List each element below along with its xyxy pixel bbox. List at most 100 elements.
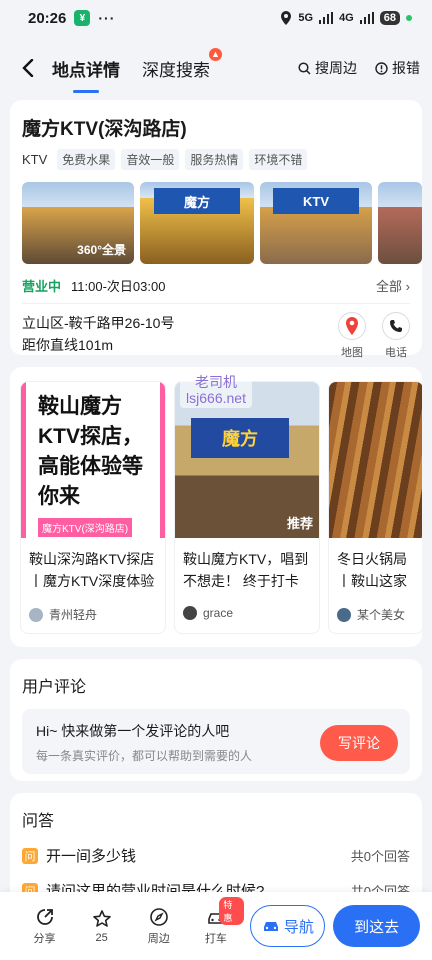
star-icon [92,909,111,927]
favorite-button[interactable]: 25 [73,909,130,944]
report-error-label: 报错 [392,60,420,76]
tab-deep-search[interactable]: 深度搜索 ▲ [142,47,222,87]
status-time: 20:26 [28,9,67,27]
recommend-badge: 推荐 [286,516,313,531]
network-4g-label: 4G [339,12,354,24]
avatar [183,606,197,620]
note-cover: 鞍山魔方KTV探店，高能体验等你来 魔方KTV(深沟路店) [21,382,165,538]
hours-all-label: 全部 [376,279,403,294]
phone-label: 电话 [385,347,407,359]
note-card[interactable]: 魔方 推荐 鞍山魔方KTV，唱到不想走！ 终于打卡了 grace [174,381,320,634]
photo-storefront[interactable]: 魔方 [140,182,254,264]
photo-strip[interactable]: 360°全景 魔方 KTV [22,182,422,264]
qa-item[interactable]: 问 开一间多少钱 共0个回答 [22,845,410,866]
map-button[interactable]: 地图 [338,312,366,360]
author-name: grace [203,606,234,620]
poi-tag: 免费水果 [57,149,116,170]
photo-panorama[interactable]: 360°全景 [22,182,134,264]
nearby-button[interactable]: 周边 [130,907,187,946]
back-button[interactable] [18,58,38,78]
open-status: 营业中 [22,279,62,294]
review-prompt: Hi~ 快来做第一个发评论的人吧 每一条真实评价，都可以帮助到需要的人 写评论 [22,709,410,774]
photo-street[interactable]: KTV [260,182,372,264]
taxi-button[interactable]: 特惠 打车 [187,896,245,946]
status-indicators: 5G 4G 68 [280,11,412,25]
top-navbar: 地点详情 深度搜索 ▲ 搜周边 报错 [0,36,432,100]
report-error-button[interactable]: 报错 [375,58,420,78]
share-button[interactable]: 分享 [16,907,73,946]
opening-hours: 11:00-次日03:00 [71,279,166,294]
status-dot-icon [406,15,412,21]
note-card[interactable]: 冬日火锅局丨鞍山这家宝藏串儿 某个美女 [328,381,422,634]
poi-category: KTV [22,152,48,167]
phone-icon [382,312,410,340]
taxi-promo-badge: 特惠 [219,896,245,925]
search-nearby-label: 搜周边 [315,60,357,76]
tab-deep-search-label: 深度搜索 [142,60,210,80]
alert-icon [375,61,388,75]
poi-tag: 音效一般 [121,149,180,170]
signal-icon [319,12,334,24]
divider [22,303,410,304]
qa-question: 开一间多少钱 [46,848,137,865]
note-card[interactable]: 鞍山魔方KTV探店，高能体验等你来 魔方KTV(深沟路店) 鞍山深沟路KTV探店… [20,381,166,634]
phone-button[interactable]: 电话 [382,312,410,360]
map-pin-icon [338,312,366,340]
note-author: 青州轻舟 [21,594,165,633]
note-author: grace [175,594,319,630]
review-hint: Hi~ 快来做第一个发评论的人吧 [36,723,230,739]
map-label: 地图 [341,347,363,359]
avatar [337,607,351,622]
note-cover-sign: 魔方 [191,418,289,458]
go-here-button[interactable]: 到这去 [333,905,420,947]
search-nearby-button[interactable]: 搜周边 [298,58,357,78]
battery-icon: 68 [379,11,400,25]
author-name: 青州轻舟 [49,608,98,622]
network-5g-label: 5G [298,12,314,24]
qa-answer-count: 共0个回答 [350,849,410,864]
author-name: 某个美女 [357,608,406,622]
payment-app-icon: ¥ [74,10,91,26]
photo-sign: KTV [273,188,359,214]
notes-list[interactable]: 鞍山魔方KTV探店，高能体验等你来 魔方KTV(深沟路店) 鞍山深沟路KTV探店… [20,381,422,634]
fire-icon: ▲ [209,47,222,61]
poi-tag: 环境不错 [249,149,308,170]
navigate-button[interactable]: 导航 [250,905,326,947]
share-icon [36,908,53,925]
notes-card: 鞍山魔方KTV探店，高能体验等你来 魔方KTV(深沟路店) 鞍山深沟路KTV探店… [10,367,422,647]
signal-icon-2 [359,12,374,24]
write-review-button[interactable]: 写评论 [320,724,398,761]
qa-title: 问答 [22,813,55,830]
taxi-label: 打车 [204,932,227,945]
compass-icon [149,907,168,926]
car-icon [263,922,278,931]
more-notifications-icon: ··· [98,10,116,26]
note-cover [329,382,422,538]
distance: 距你直线101m [22,337,114,353]
avatar [29,607,43,622]
chevron-right-icon: › [405,279,410,294]
note-caption: 鞍山魔方KTV，唱到不想走！ 终于打卡了 [183,551,309,589]
note-cover-text: 鞍山魔方KTV探店，高能体验等你来 [38,395,143,508]
hours-all-link[interactable]: 全部 › [376,276,410,295]
reviews-card: 用户评论 Hi~ 快来做第一个发评论的人吧 每一条真实评价，都可以帮助到需要的人… [10,659,422,781]
panorama-label: 360°全景 [77,243,126,257]
photo-more[interactable] [378,182,422,264]
poi-tag: 服务热情 [185,149,244,170]
reviews-title: 用户评论 [22,679,87,696]
note-cover: 魔方 推荐 [175,382,319,538]
review-subhint: 每一条真实评价，都可以帮助到需要的人 [36,749,253,763]
status-bar: 20:26 ¥ ··· 5G 4G 68 [0,0,432,36]
location-icon [281,11,292,25]
share-label: 分享 [33,932,56,945]
nearby-label: 周边 [147,932,170,945]
hours-row[interactable]: 营业中 11:00-次日03:00 全部 › [22,276,410,295]
search-icon [298,61,311,75]
favorite-count: 25 [95,931,108,944]
navigate-label: 导航 [283,918,314,936]
address-row: 立山区-鞍千路甲26-10号 距你直线101m 地图 电话 [22,312,410,360]
chevron-left-icon [22,59,34,77]
note-author: 某个美女 [329,594,422,633]
tab-poi-detail[interactable]: 地点详情 [52,50,120,87]
note-cover-label: 魔方KTV(深沟路店) [38,518,133,537]
